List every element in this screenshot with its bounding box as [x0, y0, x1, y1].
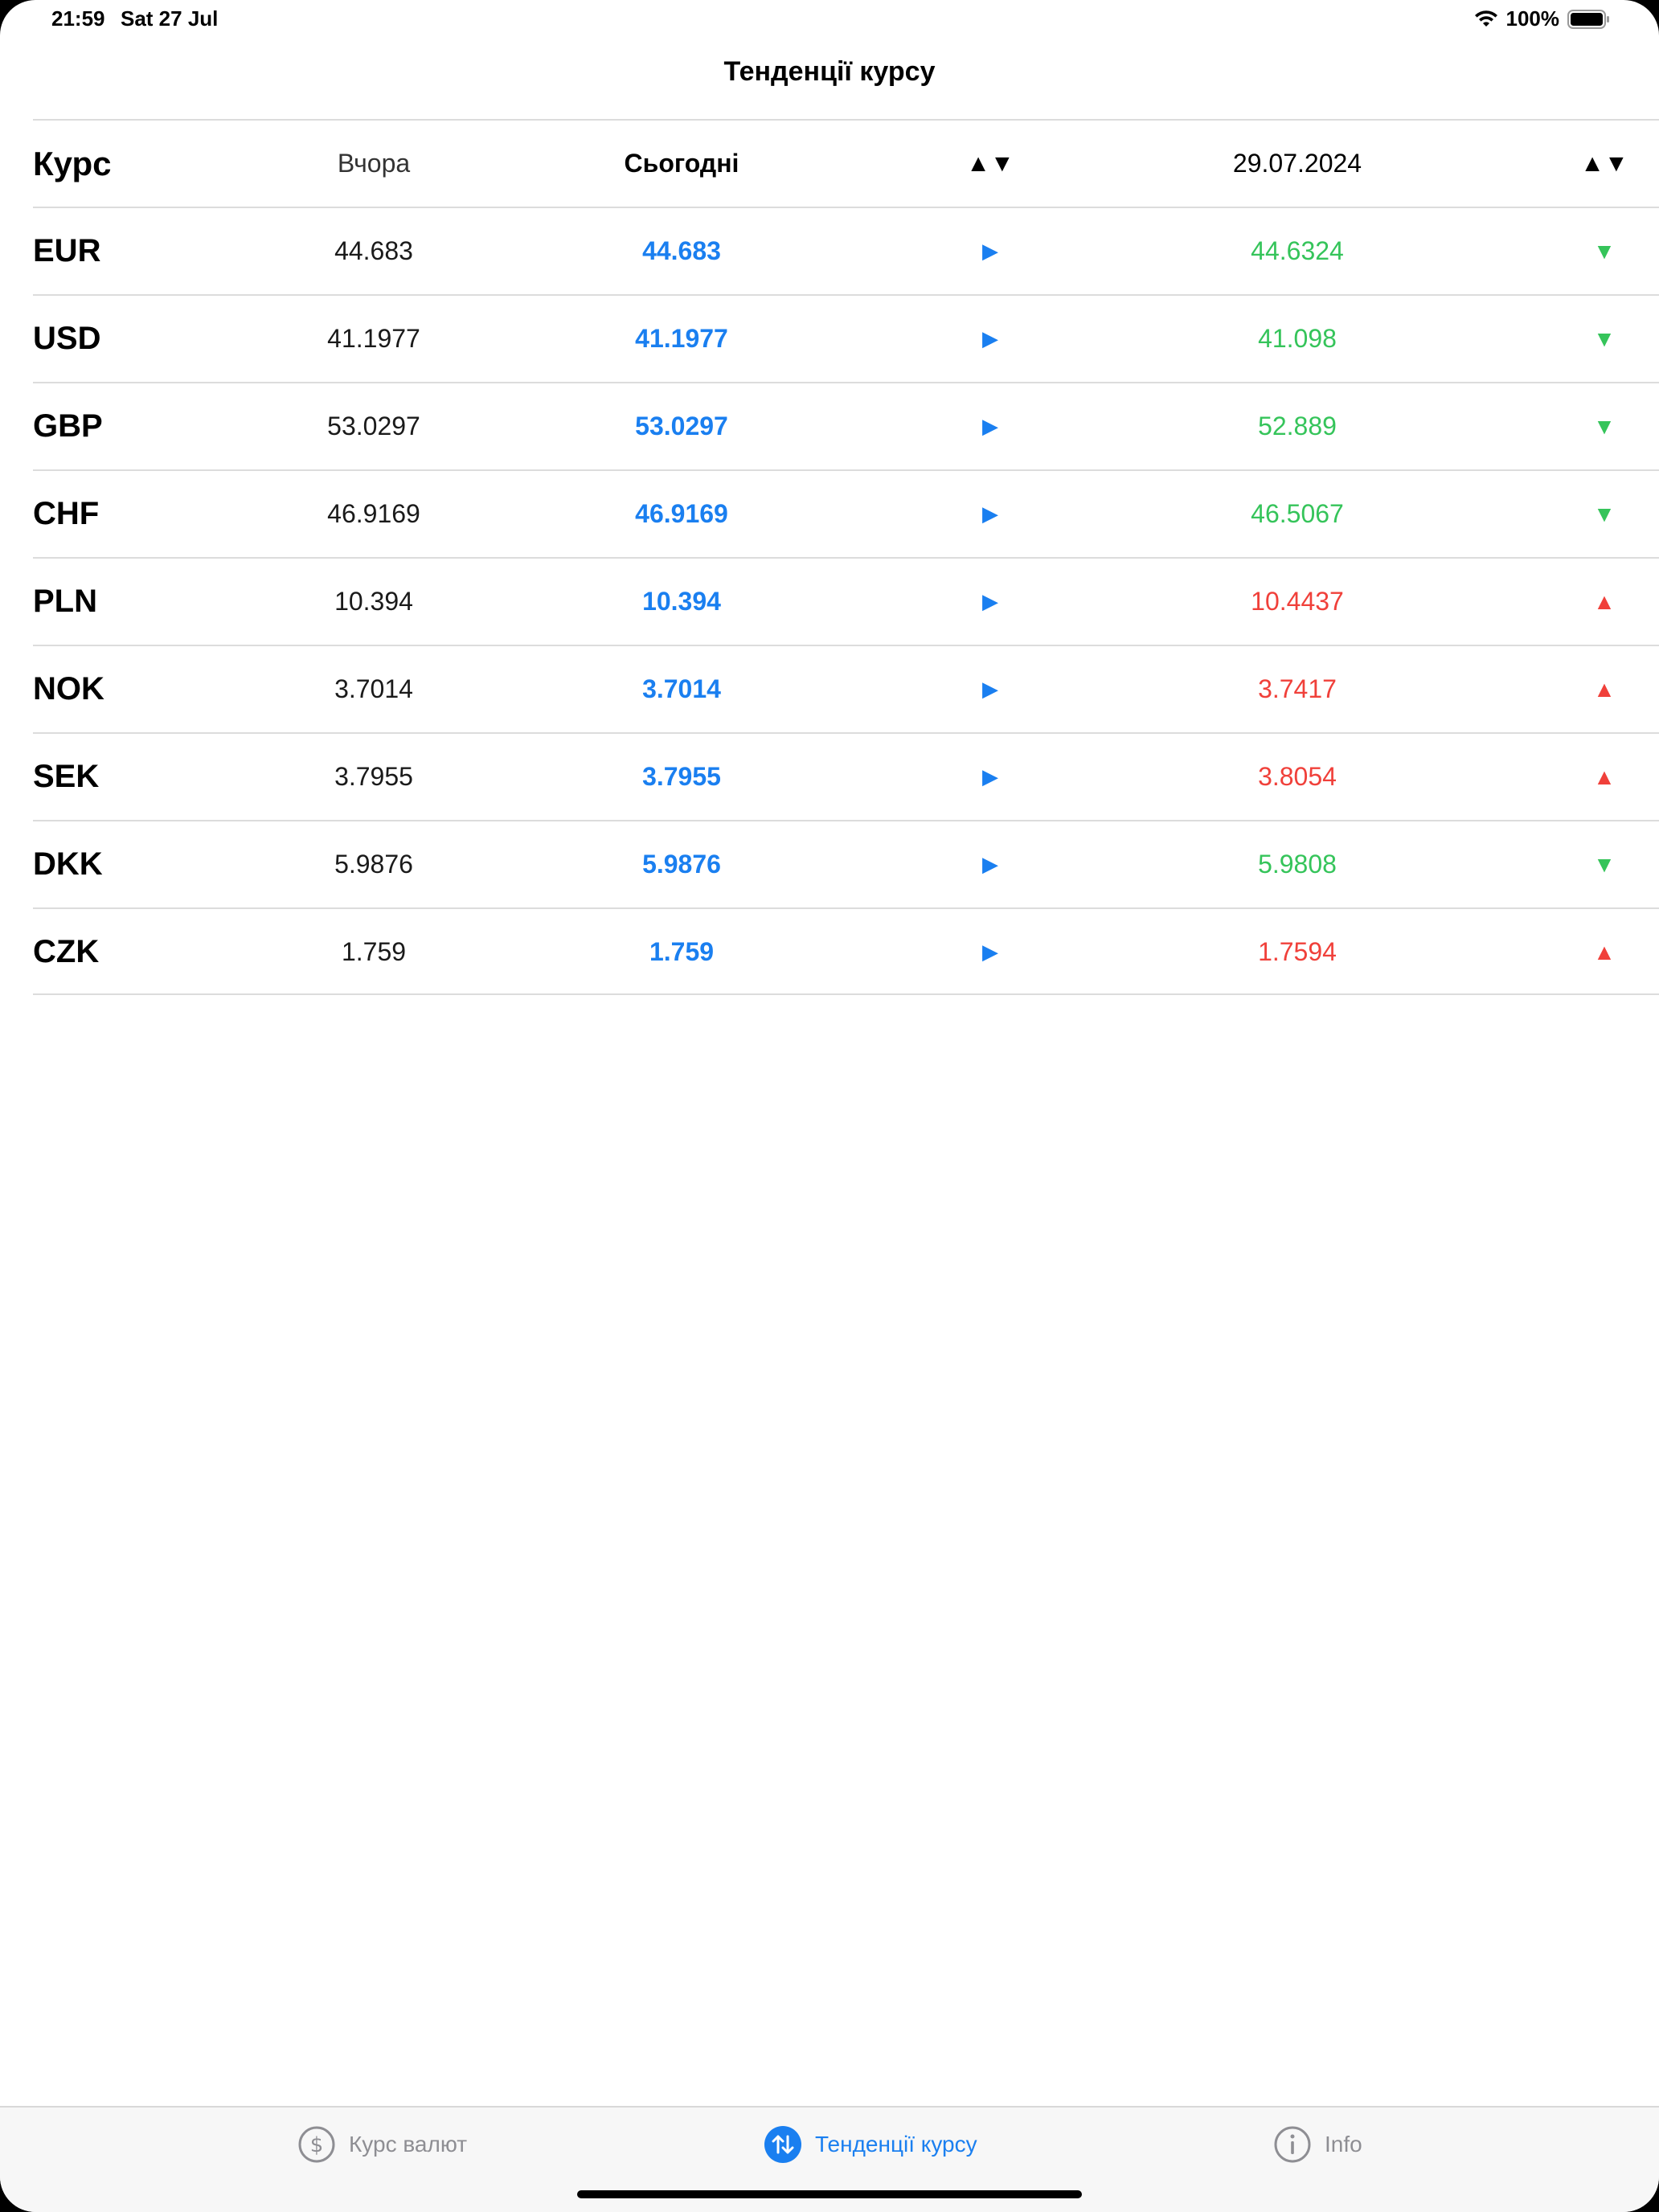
- currency-code: DKK: [33, 846, 103, 882]
- rates-table: Курс Вчора Сьогодні ▲▼ 29.07.2024 ▲▼ EUR…: [33, 119, 1659, 995]
- rate-future: 41.098: [1258, 324, 1337, 353]
- rate-future: 52.889: [1258, 412, 1337, 440]
- trend-flat-icon: ▶: [982, 502, 998, 526]
- tab-label: Info: [1325, 2132, 1362, 2157]
- table-row: CZK 1.759 1.759 ▶ 1.7594 ▲: [33, 907, 1659, 995]
- rate-yesterday: 10.394: [334, 587, 413, 616]
- currency-code: USD: [33, 321, 101, 356]
- table-row: PLN 10.394 10.394 ▶ 10.4437 ▲: [33, 557, 1659, 645]
- battery-percent: 100%: [1505, 6, 1560, 31]
- rate-today: 53.0297: [635, 412, 728, 440]
- trend-down-icon: ▼: [1593, 852, 1616, 877]
- trend-flat-icon: ▶: [982, 239, 998, 263]
- table-row: EUR 44.683 44.683 ▶ 44.6324 ▼: [33, 207, 1659, 294]
- currency-code: EUR: [33, 233, 101, 268]
- rate-future: 10.4437: [1251, 587, 1344, 616]
- table-row: CHF 46.9169 46.9169 ▶ 46.5067 ▼: [33, 469, 1659, 557]
- rate-today: 44.683: [642, 236, 721, 265]
- header-yesterday: Вчора: [337, 149, 411, 178]
- trend-down-icon: ▼: [1593, 326, 1616, 351]
- trend-down-icon: ▼: [1593, 414, 1616, 439]
- app-screen: 21:59 Sat 27 Jul 100% Тенденції курсу Ку…: [0, 0, 1659, 2212]
- trend-flat-icon: ▶: [982, 589, 998, 613]
- status-bar: 21:59 Sat 27 Jul 100%: [0, 0, 1659, 39]
- rate-yesterday: 53.0297: [327, 412, 420, 440]
- battery-icon: [1567, 9, 1611, 29]
- rate-future: 3.8054: [1258, 762, 1337, 791]
- home-indicator[interactable]: [577, 2190, 1082, 2198]
- trend-flat-icon: ▶: [982, 326, 998, 350]
- rate-yesterday: 5.9876: [334, 850, 413, 879]
- status-date: Sat 27 Jul: [121, 6, 219, 31]
- rate-future: 44.6324: [1251, 236, 1344, 265]
- table-row: DKK 5.9876 5.9876 ▶ 5.9808 ▼: [33, 820, 1659, 907]
- trend-down-icon: ▼: [1593, 502, 1616, 526]
- tab-info[interactable]: Info: [1273, 2125, 1362, 2164]
- rate-today: 5.9876: [642, 850, 721, 879]
- currency-code: NOK: [33, 671, 104, 707]
- trend-flat-icon: ▶: [982, 852, 998, 876]
- currency-code: CZK: [33, 934, 100, 969]
- rate-today: 41.1977: [635, 324, 728, 353]
- rate-today: 3.7014: [642, 674, 721, 703]
- rate-today: 1.759: [649, 937, 715, 966]
- svg-text:$: $: [310, 2133, 324, 2157]
- rate-future: 5.9808: [1258, 850, 1337, 879]
- wifi-icon: [1474, 10, 1498, 29]
- trend-up-icon: ▲: [1593, 677, 1616, 702]
- currency-code: PLN: [33, 584, 97, 619]
- tab-rate-trends[interactable]: Тенденції курсу: [764, 2125, 977, 2164]
- rate-yesterday: 3.7955: [334, 762, 413, 791]
- trend-up-icon: ▲: [1593, 940, 1616, 965]
- table-row: GBP 53.0297 53.0297 ▶ 52.889 ▼: [33, 382, 1659, 469]
- rate-future: 46.5067: [1251, 499, 1344, 528]
- trend-down-icon: ▼: [1593, 239, 1616, 264]
- trend-flat-icon: ▶: [982, 414, 998, 438]
- rate-today: 10.394: [642, 587, 721, 616]
- header-future-date: 29.07.2024: [1232, 149, 1362, 178]
- rate-yesterday: 3.7014: [334, 674, 413, 703]
- header-future-trend-sort-button[interactable]: ▲▼: [1572, 121, 1636, 207]
- trend-flat-icon: ▶: [982, 764, 998, 789]
- currency-code: SEK: [33, 759, 100, 794]
- status-time: 21:59: [51, 6, 105, 31]
- currency-code: GBP: [33, 408, 103, 444]
- table-row: USD 41.1977 41.1977 ▶ 41.098 ▼: [33, 294, 1659, 382]
- rate-future: 1.7594: [1258, 937, 1337, 966]
- tab-label: Курс валют: [349, 2132, 468, 2157]
- trend-up-icon: ▲: [1593, 764, 1616, 789]
- table-header-row: Курс Вчора Сьогодні ▲▼ 29.07.2024 ▲▼: [33, 119, 1659, 207]
- trend-flat-icon: ▶: [982, 940, 998, 964]
- rate-yesterday: 1.759: [341, 937, 407, 966]
- dollar-circle-icon: $: [297, 2125, 336, 2164]
- tab-exchange-rates[interactable]: $ Курс валют: [297, 2125, 467, 2164]
- table-row: SEK 3.7955 3.7955 ▶ 3.8054 ▲: [33, 732, 1659, 820]
- rate-today: 3.7955: [642, 762, 721, 791]
- table-row: NOK 3.7014 3.7014 ▶ 3.7417 ▲: [33, 645, 1659, 732]
- status-indicators: 100%: [1474, 6, 1612, 31]
- currency-code: CHF: [33, 496, 100, 531]
- tab-label: Тенденції курсу: [815, 2132, 977, 2157]
- info-circle-icon: [1273, 2125, 1312, 2164]
- rate-yesterday: 41.1977: [327, 324, 420, 353]
- trend-up-icon: ▲: [1593, 589, 1616, 614]
- rate-yesterday: 44.683: [334, 236, 413, 265]
- header-code: Курс: [33, 145, 112, 182]
- rate-yesterday: 46.9169: [327, 499, 420, 528]
- page-title: Тенденції курсу: [723, 56, 936, 87]
- header-trend-sort-button[interactable]: ▲▼: [958, 121, 1022, 207]
- rate-today: 46.9169: [635, 499, 728, 528]
- arrows-up-down-circle-icon: [764, 2125, 802, 2164]
- rate-future: 3.7417: [1258, 674, 1337, 703]
- trend-flat-icon: ▶: [982, 677, 998, 701]
- header-today: Сьогодні: [624, 149, 739, 178]
